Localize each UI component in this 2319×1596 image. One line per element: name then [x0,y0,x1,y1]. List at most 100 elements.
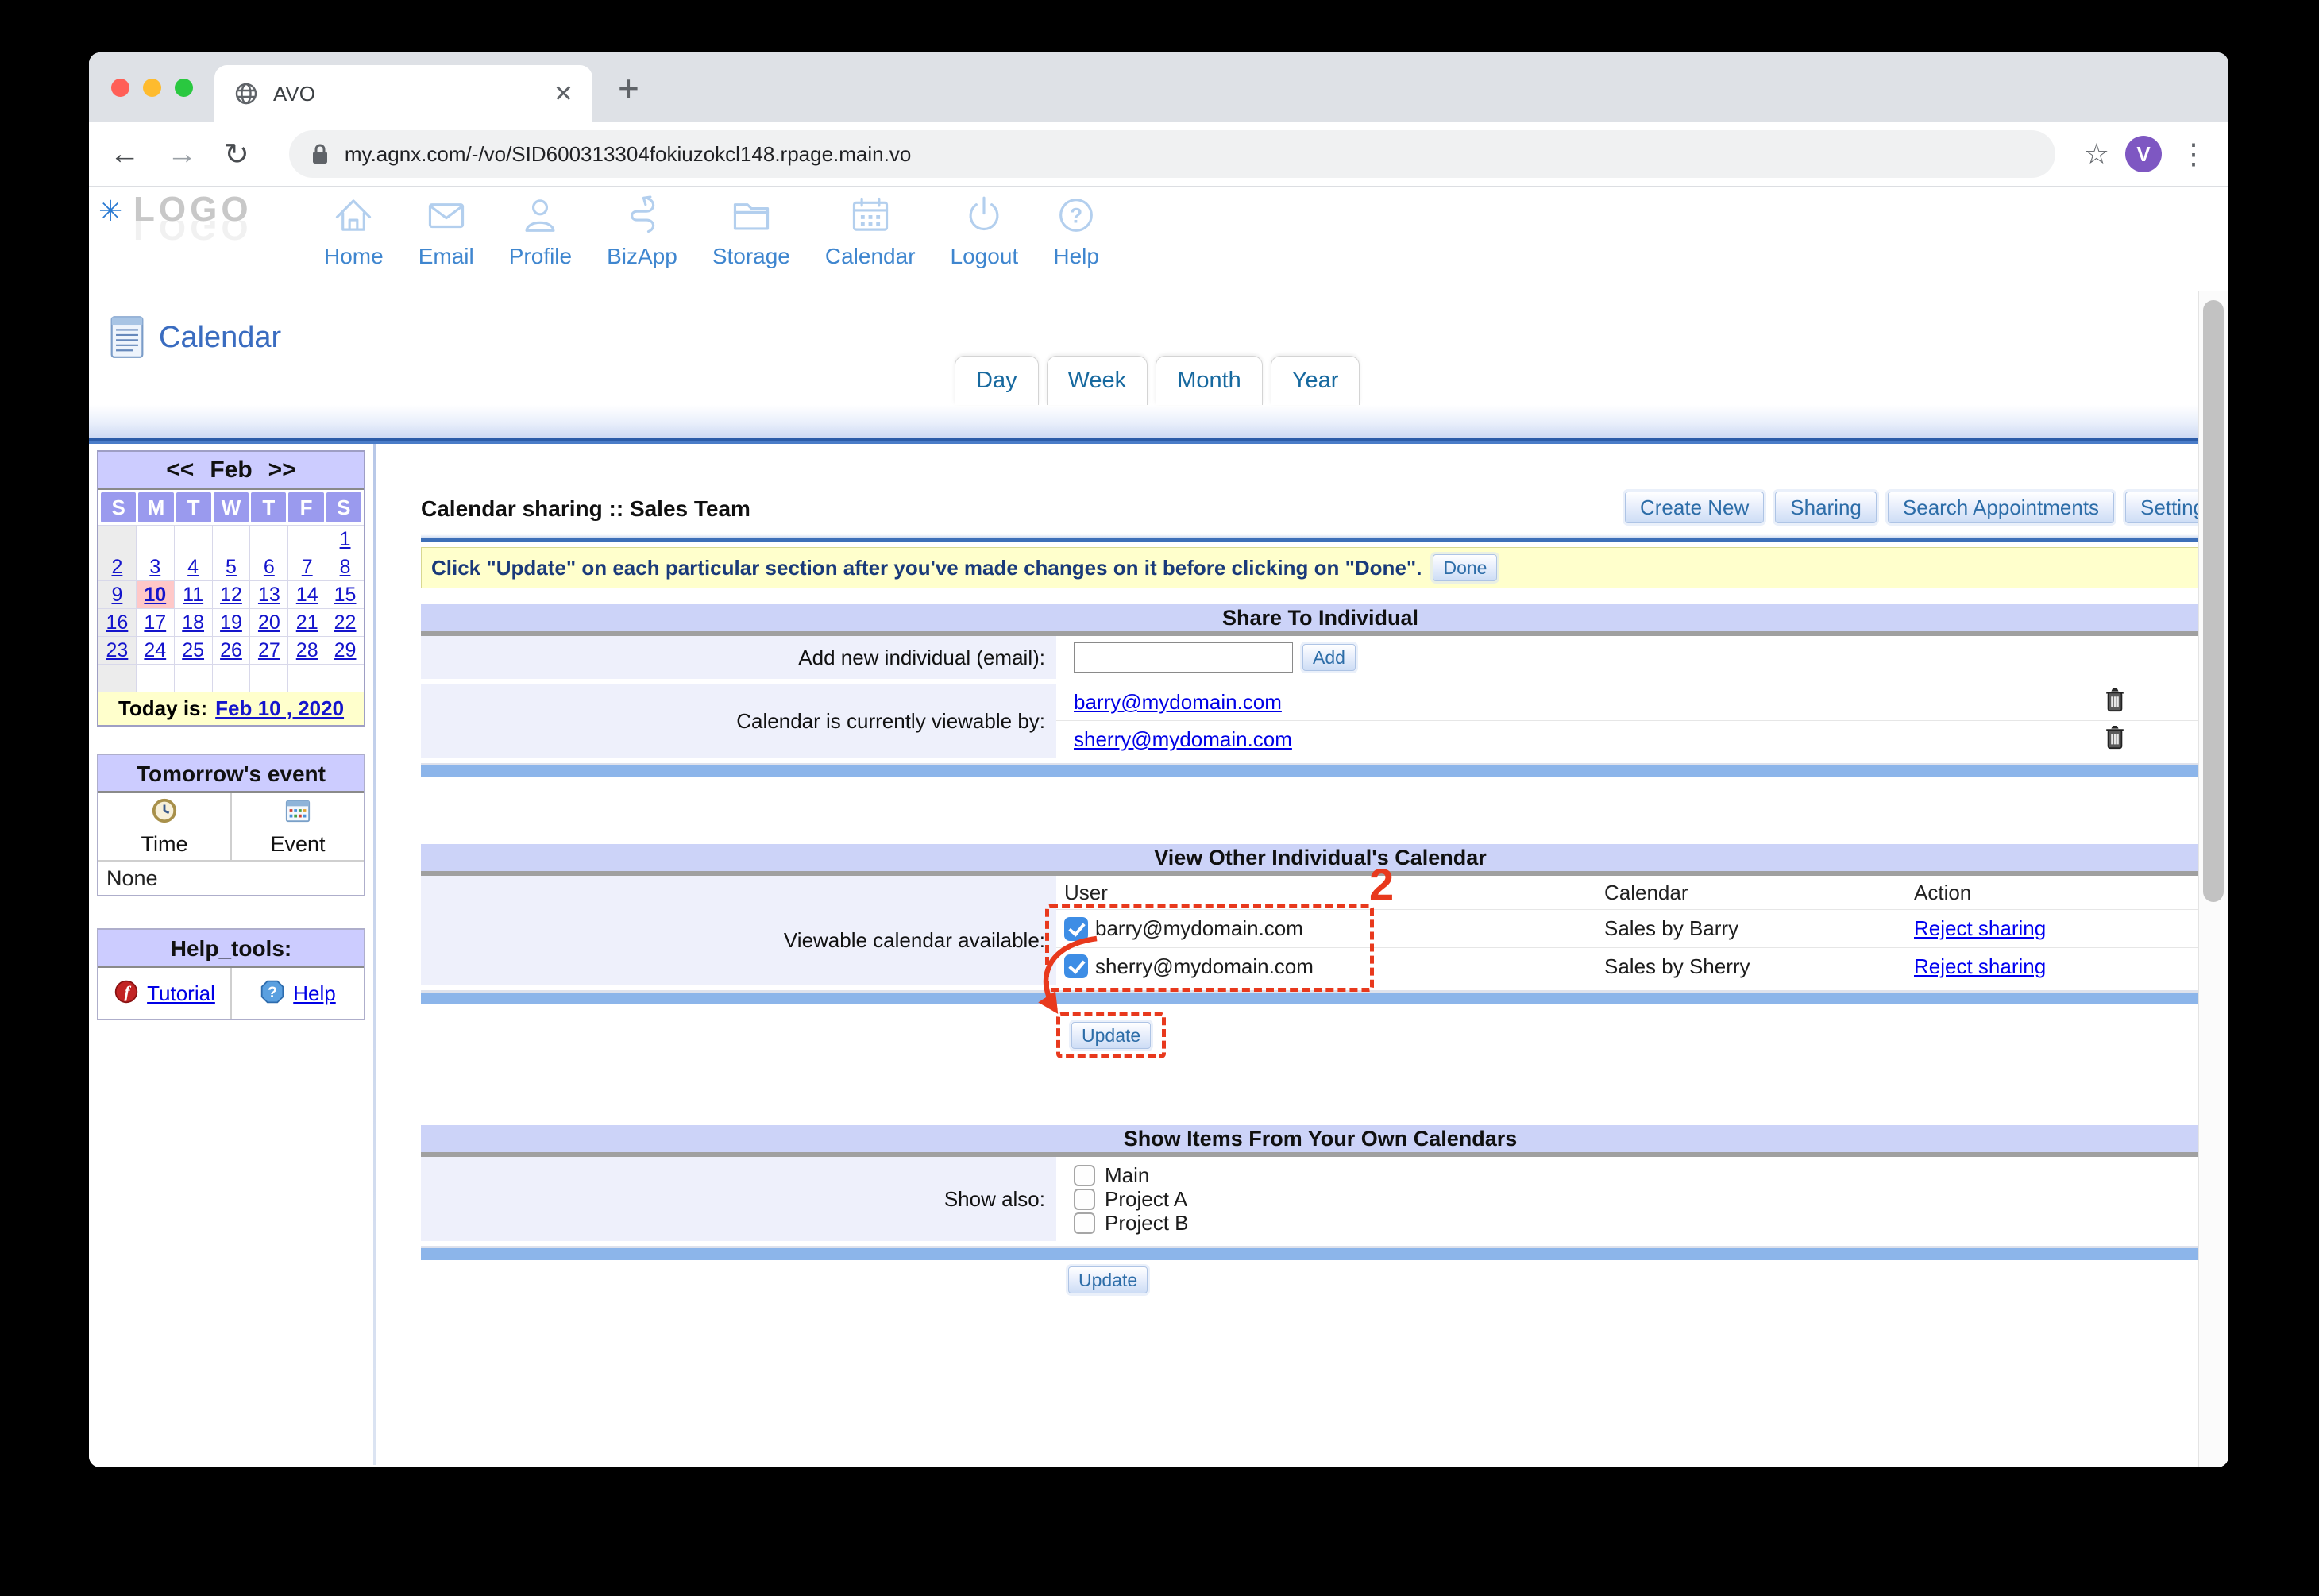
checkbox-unchecked[interactable] [1074,1212,1095,1234]
calendar-day-link[interactable]: 4 [187,556,199,579]
calendar-day-link[interactable]: 15 [334,584,357,607]
calendar-day-link[interactable]: 23 [106,639,129,662]
tab-close-icon[interactable]: ✕ [554,80,573,108]
calendar-day-empty [250,665,287,692]
checkbox-unchecked[interactable] [1074,1189,1095,1210]
calendar-day-link[interactable]: 20 [258,611,280,634]
nav-item-help[interactable]: ?Help [1053,192,1099,269]
calendar-day-link[interactable]: 19 [220,611,242,634]
reload-icon[interactable]: ↻ [224,137,249,172]
calendar-day-link[interactable]: 26 [220,639,242,662]
checkbox-checked[interactable] [1064,917,1088,941]
calendar-day: 18 [175,609,212,636]
view-tab-year[interactable]: Year [1271,356,1360,405]
viewable-email-link[interactable]: barry@mydomain.com [1074,690,1282,715]
nav-item-profile[interactable]: Profile [509,192,572,269]
help-link[interactable]: Help [293,981,335,1006]
calendar-day-link[interactable]: 16 [106,611,129,634]
forward-icon[interactable]: → [167,137,197,172]
help-tools-row: f Tutorial ? Help [98,968,364,1019]
new-tab-button[interactable]: + [618,67,639,110]
calendar-day-link[interactable]: 7 [302,556,313,579]
user-email: barry@mydomain.com [1095,916,1303,941]
checkbox-checked[interactable] [1064,954,1088,978]
profile-avatar[interactable]: V [2125,136,2162,172]
next-month-button[interactable]: >> [268,457,296,484]
calendar-day-link[interactable]: 9 [111,584,122,607]
calendar-day-link[interactable]: 28 [296,639,318,662]
calendar-day-link[interactable]: 8 [340,556,351,579]
sharing-button[interactable]: Sharing [1775,492,1877,523]
calendar-day-link[interactable]: 2 [111,556,122,579]
nav-item-email[interactable]: Email [419,192,474,269]
calendar-day: 10 [137,581,174,608]
calendar-day-link[interactable]: 6 [264,556,275,579]
calendar-day-empty [98,665,136,692]
scrollbar-thumb[interactable] [2203,300,2224,902]
help-question-icon: ? [260,979,285,1008]
reject-sharing-link[interactable]: Reject sharing [1914,954,2046,978]
mini-calendar: << Feb >> SMTWTFS 1234567891011121314151… [97,450,365,727]
calendar-day-link[interactable]: 12 [220,584,242,607]
prev-month-button[interactable]: << [166,457,194,484]
browser-menu-icon[interactable]: ⋮ [2179,137,2208,171]
tutorial-link[interactable]: Tutorial [147,981,215,1006]
calendar-day-link[interactable]: 21 [296,611,318,634]
main-header-row: Calendar sharing :: Sales Team Create Ne… [421,492,2220,523]
view-tab-month[interactable]: Month [1156,356,1263,405]
add-email-input[interactable] [1074,642,1293,673]
search-appointments-button[interactable]: Search Appointments [1888,492,2114,523]
calendar-day-link[interactable]: 14 [296,584,318,607]
nav-item-logout[interactable]: Logout [951,192,1019,269]
logo: LOGO LOGO [133,192,253,245]
close-window-button[interactable] [111,79,129,97]
calendar-day-link[interactable]: 22 [334,611,357,634]
bookmark-star-icon[interactable]: ☆ [2084,137,2109,171]
window-controls [111,79,193,97]
nav-item-bizapp[interactable]: BizApp [607,192,677,269]
annotation-rectangle-update: Update [1056,1012,1166,1058]
delete-icon[interactable] [2102,723,2128,756]
address-bar[interactable]: my.agnx.com/-/vo/SID600313304fokiuzokcl1… [289,130,2055,178]
app-header: ✳ LOGO LOGO HomeEmailProfileBizAppStorag… [89,187,2228,283]
done-button[interactable]: Done [1433,554,1497,581]
viewable-email-link[interactable]: sherry@mydomain.com [1074,727,1292,752]
viewable-available-label: Viewable calendar available: [421,876,1056,985]
checkbox-unchecked[interactable] [1074,1165,1095,1186]
today-date-link[interactable]: Feb 10 , 2020 [215,696,344,721]
calendar-day-link[interactable]: 27 [258,639,280,662]
tomorrow-event-box: Tomorrow's event Time [97,754,365,896]
calendar-day-link[interactable]: 10 [144,584,166,607]
delete-icon[interactable] [2102,686,2128,719]
calendar-day-empty [213,526,250,553]
calendar-day-link[interactable]: 25 [182,639,204,662]
page-body: ✳ LOGO LOGO HomeEmailProfileBizAppStorag… [89,187,2228,1467]
calendar-day-link[interactable]: 13 [258,584,280,607]
viewable-by-label: Calendar is currently viewable by: [421,684,1056,758]
nav-item-home[interactable]: Home [324,192,384,269]
calendar-day-link[interactable]: 18 [182,611,204,634]
update-button-show-section[interactable]: Update [1068,1266,1148,1293]
calendar-day-link[interactable]: 1 [340,528,351,551]
calendar-day-link[interactable]: 29 [334,639,357,662]
nav-label: Help [1053,244,1099,269]
calendar-day-link[interactable]: 17 [144,611,166,634]
minimize-window-button[interactable] [143,79,161,97]
calendar-day-link[interactable]: 24 [144,639,166,662]
browser-tab[interactable]: AVO ✕ [214,65,592,122]
nav-item-storage[interactable]: Storage [712,192,790,269]
zoom-window-button[interactable] [175,79,193,97]
view-tab-week[interactable]: Week [1047,356,1148,405]
view-tab-day[interactable]: Day [955,356,1039,405]
reject-sharing-link[interactable]: Reject sharing [1914,916,2046,940]
calendar-day-link[interactable]: 11 [183,584,203,607]
nav-item-calendar[interactable]: Calendar [825,192,916,269]
update-button-view-section[interactable]: Update [1071,1022,1151,1049]
calendar-day-link[interactable]: 5 [226,556,237,579]
add-button[interactable]: Add [1302,644,1356,671]
calendar-day-link[interactable]: 3 [149,556,160,579]
back-icon[interactable]: ← [110,137,140,172]
content-area: << Feb >> SMTWTFS 1234567891011121314151… [89,444,2228,1465]
weekday-row: SMTWTFS [98,490,364,525]
create-new-button[interactable]: Create New [1625,492,1764,523]
